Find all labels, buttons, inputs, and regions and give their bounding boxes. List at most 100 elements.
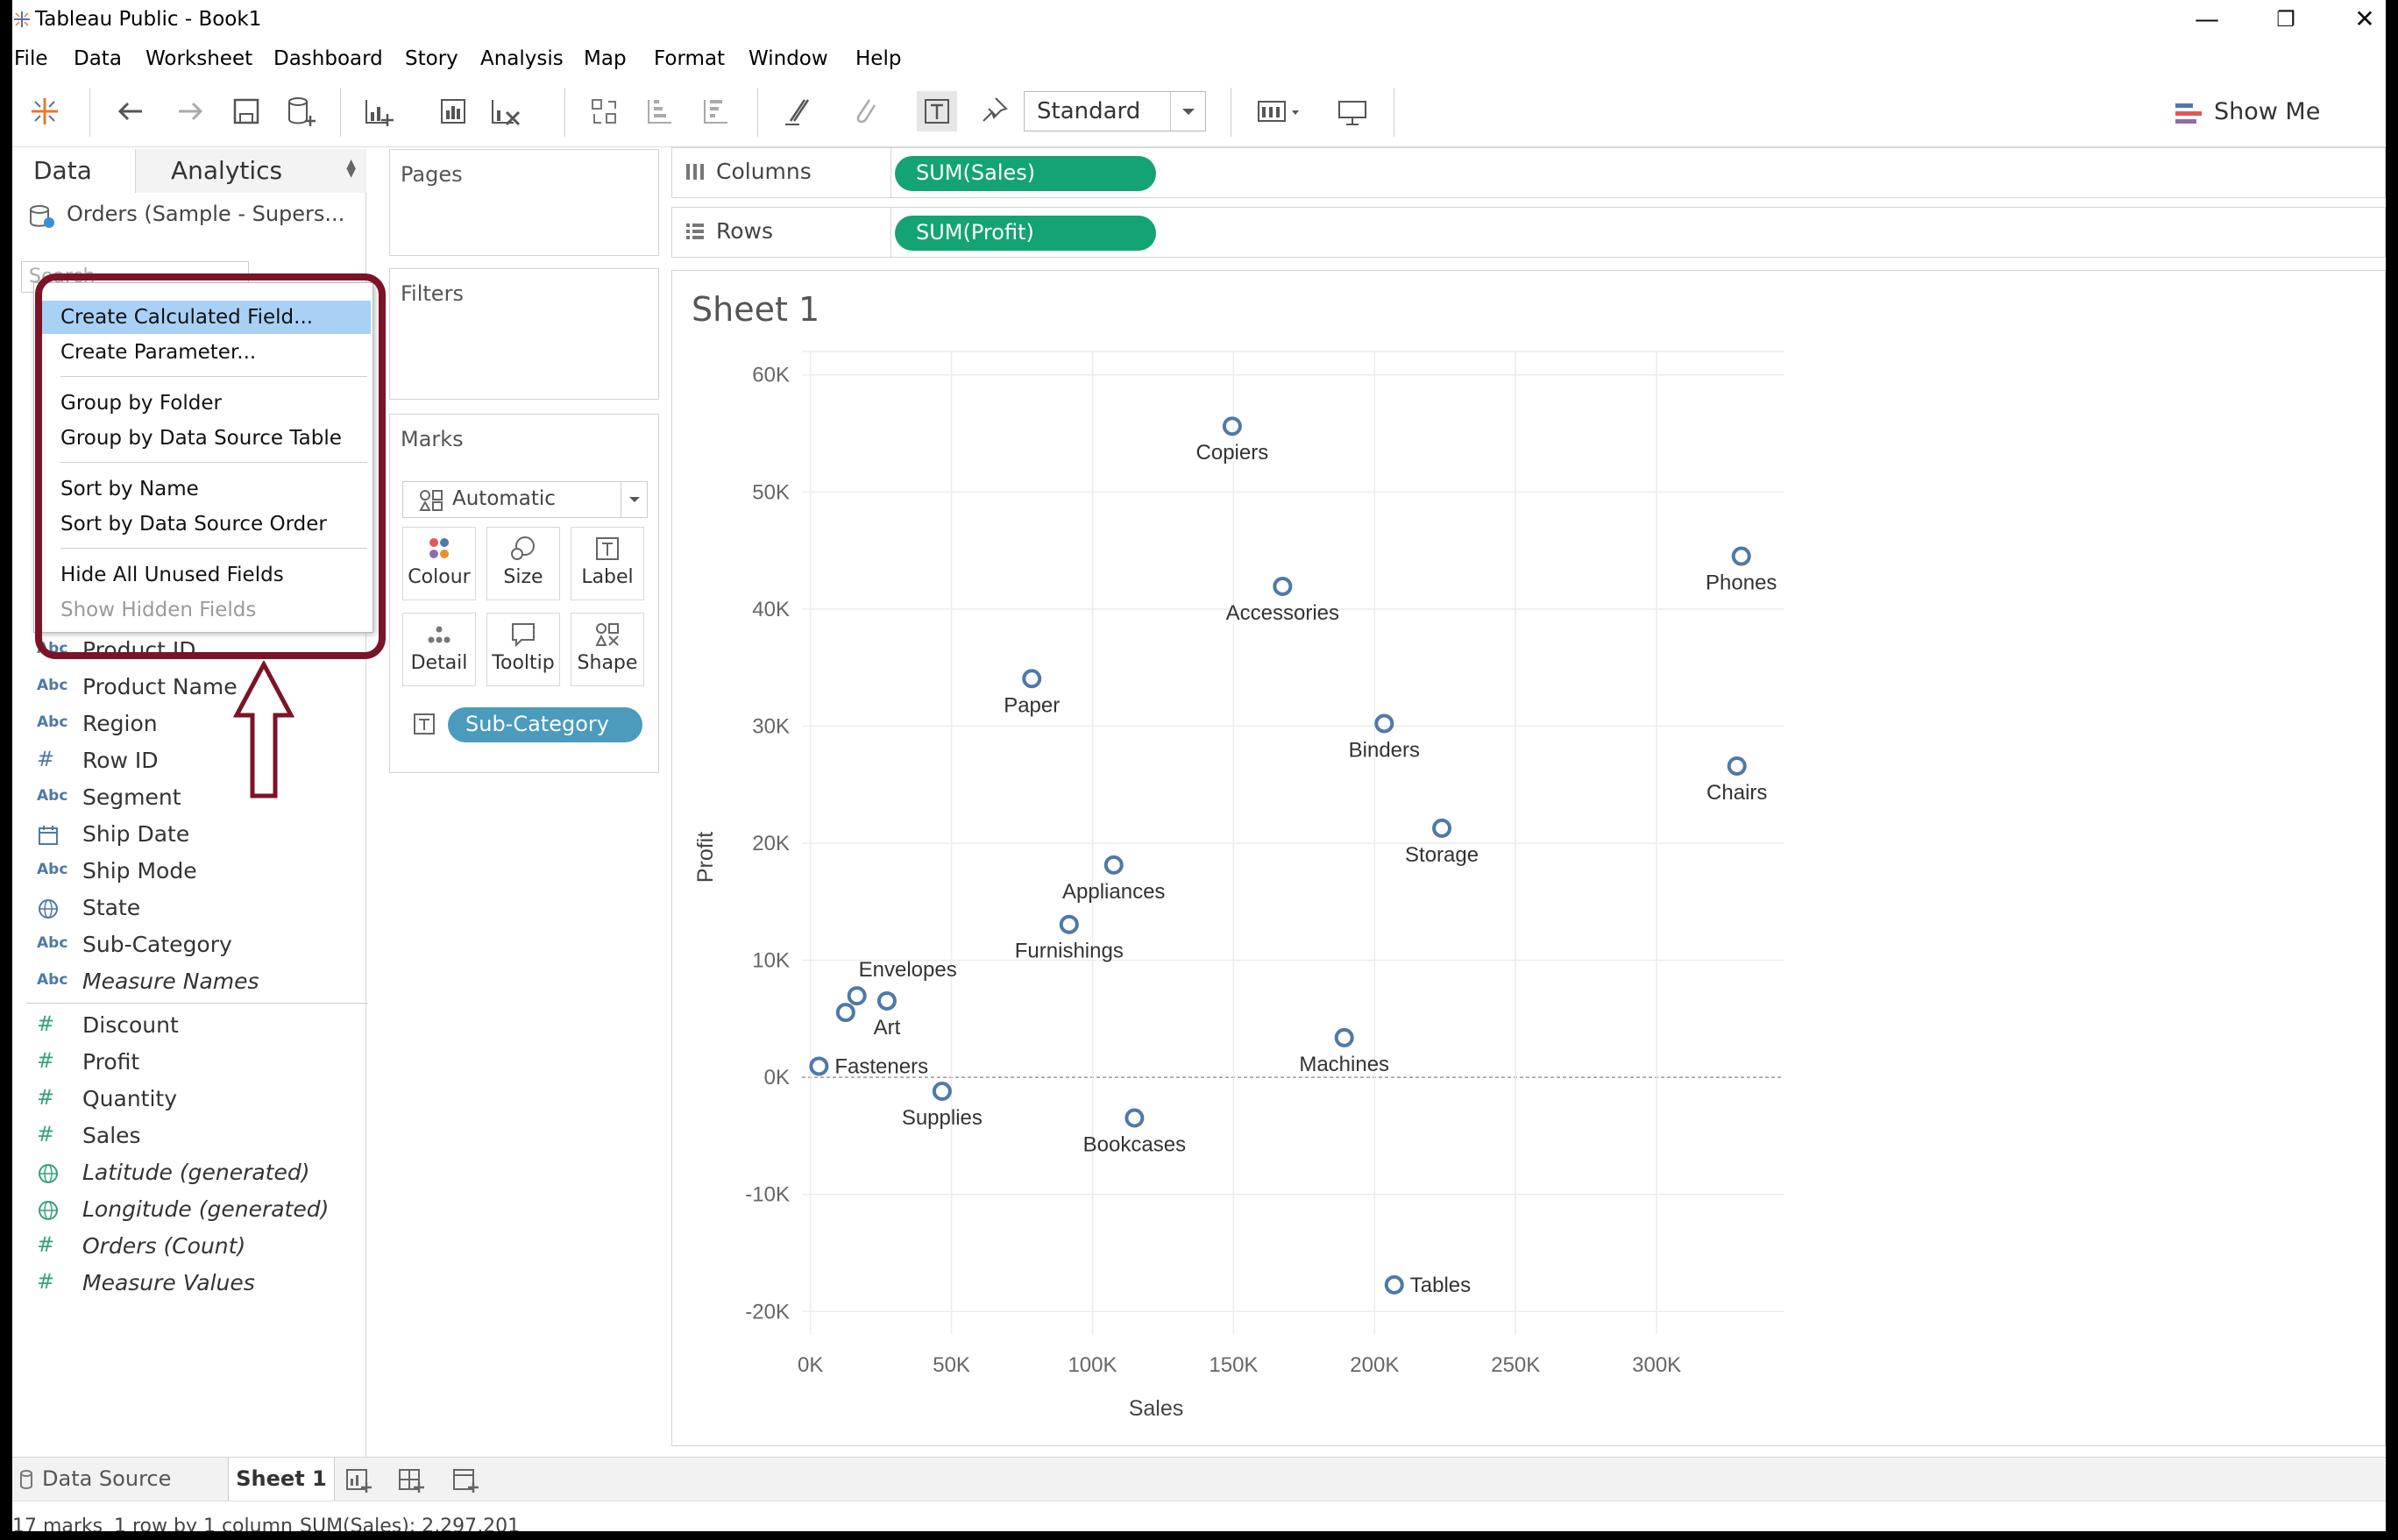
close-button[interactable]: ✕ <box>2338 4 2386 35</box>
field-item[interactable]: Abc Region <box>12 706 366 743</box>
menu-analysis[interactable]: Analysis <box>480 47 564 70</box>
field-item[interactable]: # Row ID <box>12 743 366 780</box>
number-type-icon: # <box>37 747 55 771</box>
marks-shape-label: Shape <box>577 652 638 674</box>
marks-label-button[interactable]: Label <box>571 527 644 600</box>
title-bar: Tableau Public - Book1 — ❐ ✕ <box>12 0 2386 42</box>
menu-dashboard[interactable]: Dashboard <box>273 47 383 70</box>
y-tick-label: 10K <box>752 949 790 973</box>
field-item[interactable]: Ship Date <box>12 817 366 854</box>
data-source-name: Orders (Sample - Supers... <box>67 202 345 226</box>
toolbar: Standard Show Me <box>12 79 2386 147</box>
marks-detail-button[interactable]: Detail <box>402 613 476 686</box>
fit-dropdown[interactable]: Standard <box>1024 91 1206 131</box>
menu-map[interactable]: Map <box>584 47 627 70</box>
menu-format[interactable]: Format <box>654 47 725 70</box>
field-item[interactable]: Longitude (generated) <box>12 1192 366 1229</box>
globe-icon <box>37 1199 67 1222</box>
field-label: Quantity <box>82 1086 178 1111</box>
field-item[interactable]: # Orders (Count) <box>12 1229 366 1266</box>
clear-sheet-icon[interactable] <box>486 91 526 131</box>
sheet-1-tab[interactable]: Sheet 1 <box>228 1458 335 1501</box>
sub-category-label-pill[interactable]: Sub-Category <box>448 707 642 742</box>
field-item[interactable]: Abc Measure Names <box>12 964 366 1001</box>
x-tick-label: 150K <box>1209 1353 1258 1377</box>
x-tick-label: 100K <box>1068 1353 1117 1377</box>
field-item[interactable]: Latitude (generated) <box>12 1155 366 1192</box>
x-tick-label: 50K <box>933 1353 970 1377</box>
text-type-icon: Abc <box>37 861 68 878</box>
rows-shelf-label-area: Rows <box>672 208 891 257</box>
data-point-label: Chairs <box>1706 781 1767 805</box>
y-tick-label: 20K <box>752 832 790 855</box>
x-tick-label: 0K <box>798 1353 823 1377</box>
menu-bar: File Data Worksheet Dashboard Story Anal… <box>12 42 2386 77</box>
swap-rows-columns-icon[interactable] <box>584 91 624 131</box>
save-icon[interactable] <box>226 91 266 131</box>
field-item[interactable]: Abc Sub-Category <box>12 927 366 964</box>
highlight-icon[interactable] <box>777 91 817 131</box>
field-item[interactable]: State <box>12 891 366 927</box>
filters-shelf-title: Filters <box>401 281 464 306</box>
field-item[interactable]: # Sales <box>12 1118 366 1155</box>
label-encoding-icon <box>414 713 435 735</box>
tableau-window: Tableau Public - Book1 — ❐ ✕ File Data W… <box>12 0 2386 1531</box>
tab-analytics[interactable]: Analytics ▲ ▼ <box>135 149 366 193</box>
field-item[interactable]: # Profit <box>12 1045 366 1082</box>
sum-sales-pill[interactable]: SUM(Sales) <box>895 156 1156 191</box>
sort-ascending-icon[interactable] <box>640 91 680 131</box>
mark-type-dropdown[interactable]: Automatic <box>402 481 648 518</box>
duplicate-sheet-icon[interactable] <box>433 91 473 131</box>
new-data-source-icon[interactable] <box>280 91 321 131</box>
restore-button[interactable]: ❐ <box>2260 4 2312 35</box>
field-item[interactable]: # Discount <box>12 1008 366 1045</box>
redo-icon[interactable] <box>170 91 210 131</box>
new-worksheet-icon[interactable] <box>359 91 409 131</box>
tableau-start-icon[interactable] <box>25 91 65 131</box>
undo-icon[interactable] <box>110 91 151 131</box>
data-point <box>1222 416 1242 436</box>
fix-axes-pin-icon[interactable] <box>973 91 1013 131</box>
sum-profit-pill[interactable]: SUM(Profit) <box>895 216 1156 251</box>
new-dashboard-tab-icon[interactable] <box>393 1465 428 1494</box>
group-members-icon[interactable] <box>845 91 885 131</box>
marks-size-button[interactable]: Size <box>486 527 560 600</box>
field-item[interactable]: Abc Ship Mode <box>12 854 366 891</box>
new-story-tab-icon[interactable] <box>447 1465 482 1494</box>
marks-shape-button[interactable]: Shape <box>571 613 644 686</box>
menu-help[interactable]: Help <box>855 47 901 70</box>
marks-colour-button[interactable]: Colour <box>402 527 476 600</box>
new-worksheet-tab-icon[interactable] <box>340 1465 375 1494</box>
menu-data[interactable]: Data <box>74 47 122 70</box>
menu-story[interactable]: Story <box>405 47 458 70</box>
marks-colour-label: Colour <box>408 566 471 588</box>
field-label: Measure Values <box>82 1270 255 1295</box>
up-down-chevron-icon: ▲ ▼ <box>346 157 356 180</box>
pages-shelf[interactable]: Pages <box>389 149 659 256</box>
menu-worksheet[interactable]: Worksheet <box>145 47 252 70</box>
tab-data[interactable]: Data <box>12 149 135 193</box>
x-tick-label: 200K <box>1350 1353 1399 1377</box>
sort-descending-icon[interactable] <box>696 91 736 131</box>
data-source-tab[interactable]: Data Source <box>42 1466 171 1491</box>
marks-card-title: Marks <box>401 427 464 451</box>
field-label: Latitude (generated) <box>82 1160 310 1185</box>
data-source-item[interactable]: Orders (Sample - Supers... <box>28 202 345 228</box>
show-mark-labels-icon[interactable] <box>917 91 957 131</box>
annotation-highlight-frame <box>35 273 386 659</box>
minimize-button[interactable]: — <box>2181 4 2233 35</box>
field-item[interactable]: # Quantity <box>12 1082 366 1118</box>
marks-tooltip-button[interactable]: Tooltip <box>486 613 560 686</box>
show-cards-icon[interactable] <box>1252 91 1313 131</box>
y-tick-label: 60K <box>752 364 790 387</box>
field-item[interactable]: # Measure Values <box>12 1266 366 1302</box>
presentation-mode-icon[interactable] <box>1332 91 1373 131</box>
menu-window[interactable]: Window <box>748 47 828 70</box>
field-item[interactable]: Abc Product Name <box>12 670 366 706</box>
scatter-chart[interactable]: -20K -10K 0K 10K 20K 30K 40K 50K 60K 0K 50K 100K 150… <box>672 271 2386 1447</box>
show-me-button[interactable]: Show Me <box>2175 98 2320 125</box>
menu-file[interactable]: File <box>14 47 48 70</box>
filters-shelf[interactable]: Filters <box>389 268 659 400</box>
field-label: Ship Date <box>82 821 190 847</box>
field-item[interactable]: Abc Segment <box>12 780 366 817</box>
